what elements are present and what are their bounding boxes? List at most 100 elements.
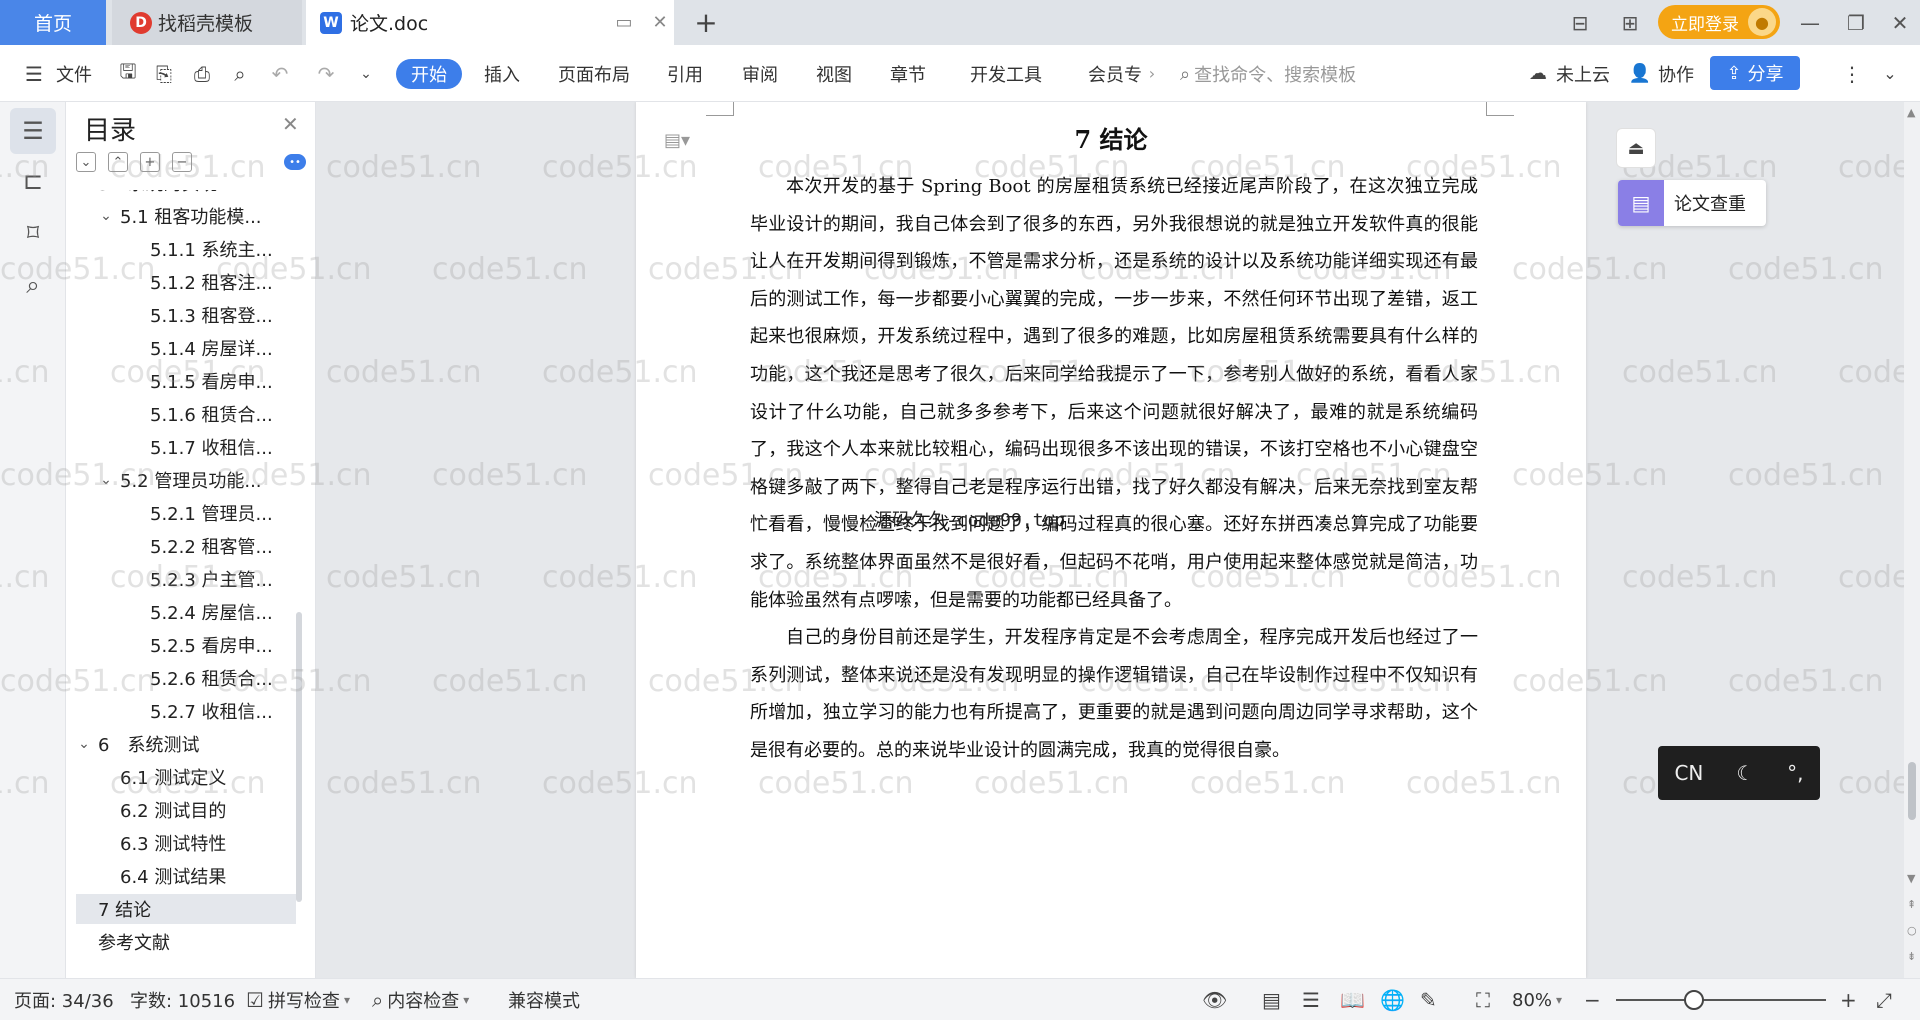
- toc-item[interactable]: 5.2.1 管理员...: [76, 498, 296, 528]
- toc-item[interactable]: 7 结论: [76, 894, 296, 924]
- tab-document[interactable]: W 论文.doc ▭ ✕: [306, 0, 674, 45]
- tab-page-layout[interactable]: 页面布局: [558, 45, 630, 102]
- toc-item[interactable]: 5.2.6 租赁合...: [76, 663, 296, 693]
- toc-item[interactable]: 5.1.1 系统主...: [76, 234, 296, 264]
- paper-check-button[interactable]: ▤ 论文查重: [1618, 180, 1766, 226]
- spell-check-button[interactable]: ☑ 拼写检查 ▾: [246, 979, 350, 1020]
- collaborate-button[interactable]: 👤 协作: [1626, 45, 1694, 102]
- tab-developer[interactable]: 开发工具: [970, 45, 1042, 102]
- toc-mode-toggle[interactable]: ••: [284, 154, 306, 170]
- remove-heading-icon[interactable]: −: [172, 152, 192, 172]
- zoom-out-button[interactable]: −: [1584, 979, 1601, 1020]
- select-browse-icon[interactable]: ○: [1907, 924, 1917, 937]
- grid-apps-icon[interactable]: ⊞: [1610, 0, 1650, 45]
- toc-item[interactable]: 5.1.5 看房申...: [76, 366, 296, 396]
- eye-protection-button[interactable]: 👁: [1202, 979, 1227, 1020]
- toc-scrollbar[interactable]: [296, 612, 302, 902]
- toc-item[interactable]: 5.1.7 收租信...: [76, 432, 296, 462]
- tab-review[interactable]: 审阅: [742, 45, 778, 102]
- print-button[interactable]: ⎙: [188, 45, 216, 102]
- tab-close-icon[interactable]: ✕: [646, 9, 674, 37]
- tab-docer-templates[interactable]: D 找稻壳模板: [112, 0, 302, 45]
- toc-item[interactable]: 参考文献: [76, 927, 296, 957]
- tab-home[interactable]: 首页: [0, 0, 106, 45]
- collapse-all-icon[interactable]: ⌄: [76, 152, 96, 172]
- toc-item[interactable]: 5.2.7 收租信...: [76, 696, 296, 726]
- tab-references[interactable]: 引用: [667, 45, 703, 102]
- word-count[interactable]: 字数: 10516: [130, 979, 235, 1020]
- chevron-down-icon[interactable]: ⌄: [76, 190, 92, 191]
- tab-float-icon[interactable]: ▭: [610, 9, 638, 37]
- quick-access-dropdown[interactable]: ⌄: [352, 45, 380, 102]
- toc-item[interactable]: 5.1.2 租客注...: [76, 267, 296, 297]
- new-tab-button[interactable]: +: [686, 0, 726, 45]
- moon-icon[interactable]: ☾: [1736, 761, 1754, 785]
- toc-item[interactable]: 6.4 测试结果: [76, 861, 296, 891]
- toc-item[interactable]: 5.1.4 房屋详...: [76, 333, 296, 363]
- web-view-button[interactable]: 🌐: [1380, 979, 1405, 1020]
- reading-view-button[interactable]: 📖: [1340, 979, 1365, 1020]
- fullscreen-button[interactable]: ⤢: [1876, 979, 1892, 1020]
- page-view-button[interactable]: ▤: [1262, 979, 1281, 1020]
- redo-button[interactable]: ↷: [312, 45, 340, 102]
- write-mode-button[interactable]: ✎: [1420, 979, 1437, 1020]
- outline-view-button[interactable]: ☰: [1302, 979, 1320, 1020]
- fit-page-button[interactable]: ⛶: [1476, 979, 1490, 1020]
- toc-item[interactable]: 5.2.4 房屋信...: [76, 597, 296, 627]
- chevron-down-icon[interactable]: ⌄: [76, 736, 92, 752]
- expand-all-icon[interactable]: ⌃: [108, 152, 128, 172]
- layout-switch-icon[interactable]: ⊟: [1560, 0, 1600, 45]
- toc-close-icon[interactable]: ✕: [282, 112, 299, 136]
- tab-view[interactable]: 视图: [816, 45, 852, 102]
- toc-item[interactable]: 6.1 测试定义: [76, 762, 296, 792]
- share-button[interactable]: ⇪ 分享: [1710, 56, 1800, 90]
- ribbon-more-button[interactable]: ›: [1138, 45, 1166, 102]
- toc-item[interactable]: 6.2 测试目的: [76, 795, 296, 825]
- toc-item[interactable]: 6.3 测试特性: [76, 828, 296, 858]
- document-body[interactable]: 本次开发的基于 Spring Boot 的房屋租赁系统已经接近尾声阶段了，在这次…: [750, 168, 1478, 770]
- collapse-panel-button[interactable]: ⏏: [1616, 128, 1656, 168]
- content-check-button[interactable]: ⌕ 内容检查 ▾: [372, 979, 469, 1020]
- command-search[interactable]: ⌕ 查找命令、搜索模板: [1180, 59, 1356, 89]
- window-close-icon[interactable]: ✕: [1880, 0, 1920, 45]
- ime-toolbar[interactable]: CN ☾ °,: [1658, 746, 1820, 800]
- tab-chapter[interactable]: 章节: [890, 45, 926, 102]
- toc-item[interactable]: ⌄ 5.1 租客功能模...: [76, 201, 296, 231]
- ribbon-collapse-button[interactable]: ⌄: [1876, 45, 1904, 102]
- vertical-scrollbar[interactable]: ▲ ▼ ⇞ ○ ⇟: [1904, 102, 1920, 978]
- punctuation-icon[interactable]: °,: [1787, 761, 1803, 785]
- prev-page-icon[interactable]: ⇞: [1907, 898, 1916, 911]
- login-button[interactable]: 立即登录 ●: [1658, 5, 1780, 39]
- next-page-icon[interactable]: ⇟: [1907, 950, 1916, 963]
- zoom-in-button[interactable]: +: [1840, 979, 1857, 1020]
- bookmark-button[interactable]: ⌑: [10, 210, 56, 256]
- toc-item[interactable]: 5.1.3 租客登...: [76, 300, 296, 330]
- tab-insert[interactable]: 插入: [484, 45, 520, 102]
- toc-item[interactable]: ⌄ 5 系统的实现: [76, 190, 296, 198]
- more-options-button[interactable]: ⋮: [1838, 45, 1866, 102]
- toc-panel-button[interactable]: ☰: [10, 108, 56, 154]
- toc-item[interactable]: 5.1.6 租赁合...: [76, 399, 296, 429]
- scroll-down-icon[interactable]: ▼: [1907, 872, 1915, 885]
- scroll-thumb[interactable]: [1908, 762, 1916, 820]
- document-page[interactable]: ▤▾ 7 结论 本次开发的基于 Spring Boot 的房屋租赁系统已经接近尾…: [636, 102, 1586, 978]
- scroll-up-icon[interactable]: ▲: [1907, 106, 1915, 119]
- toc-item[interactable]: 5.2.5 看房申...: [76, 630, 296, 660]
- chevron-down-icon[interactable]: ⌄: [98, 208, 114, 224]
- tab-start[interactable]: 开始: [396, 59, 462, 89]
- toc-item[interactable]: ⌄ 5.2 管理员功能...: [76, 465, 296, 495]
- page-indicator[interactable]: 页面: 34/36: [14, 979, 114, 1020]
- file-menu-button[interactable]: ☰ 文件: [20, 45, 92, 102]
- tab-member[interactable]: 会员专: [1088, 45, 1142, 102]
- save-button[interactable]: 🖫: [114, 45, 142, 102]
- zoom-slider[interactable]: [1616, 999, 1826, 1001]
- toc-item[interactable]: ⌄ 6 系统测试: [76, 729, 296, 759]
- toc-item[interactable]: 5.2.3 户主管...: [76, 564, 296, 594]
- chevron-down-icon[interactable]: ⌄: [98, 472, 114, 488]
- zoom-slider-handle[interactable]: [1684, 990, 1704, 1010]
- toc-item[interactable]: 5.2.2 租客管...: [76, 531, 296, 561]
- export-button[interactable]: ⎘: [150, 45, 178, 102]
- undo-button[interactable]: ↶: [266, 45, 294, 102]
- cloud-status-button[interactable]: ☁ 未上云: [1524, 45, 1610, 102]
- minimize-icon[interactable]: —: [1790, 0, 1830, 45]
